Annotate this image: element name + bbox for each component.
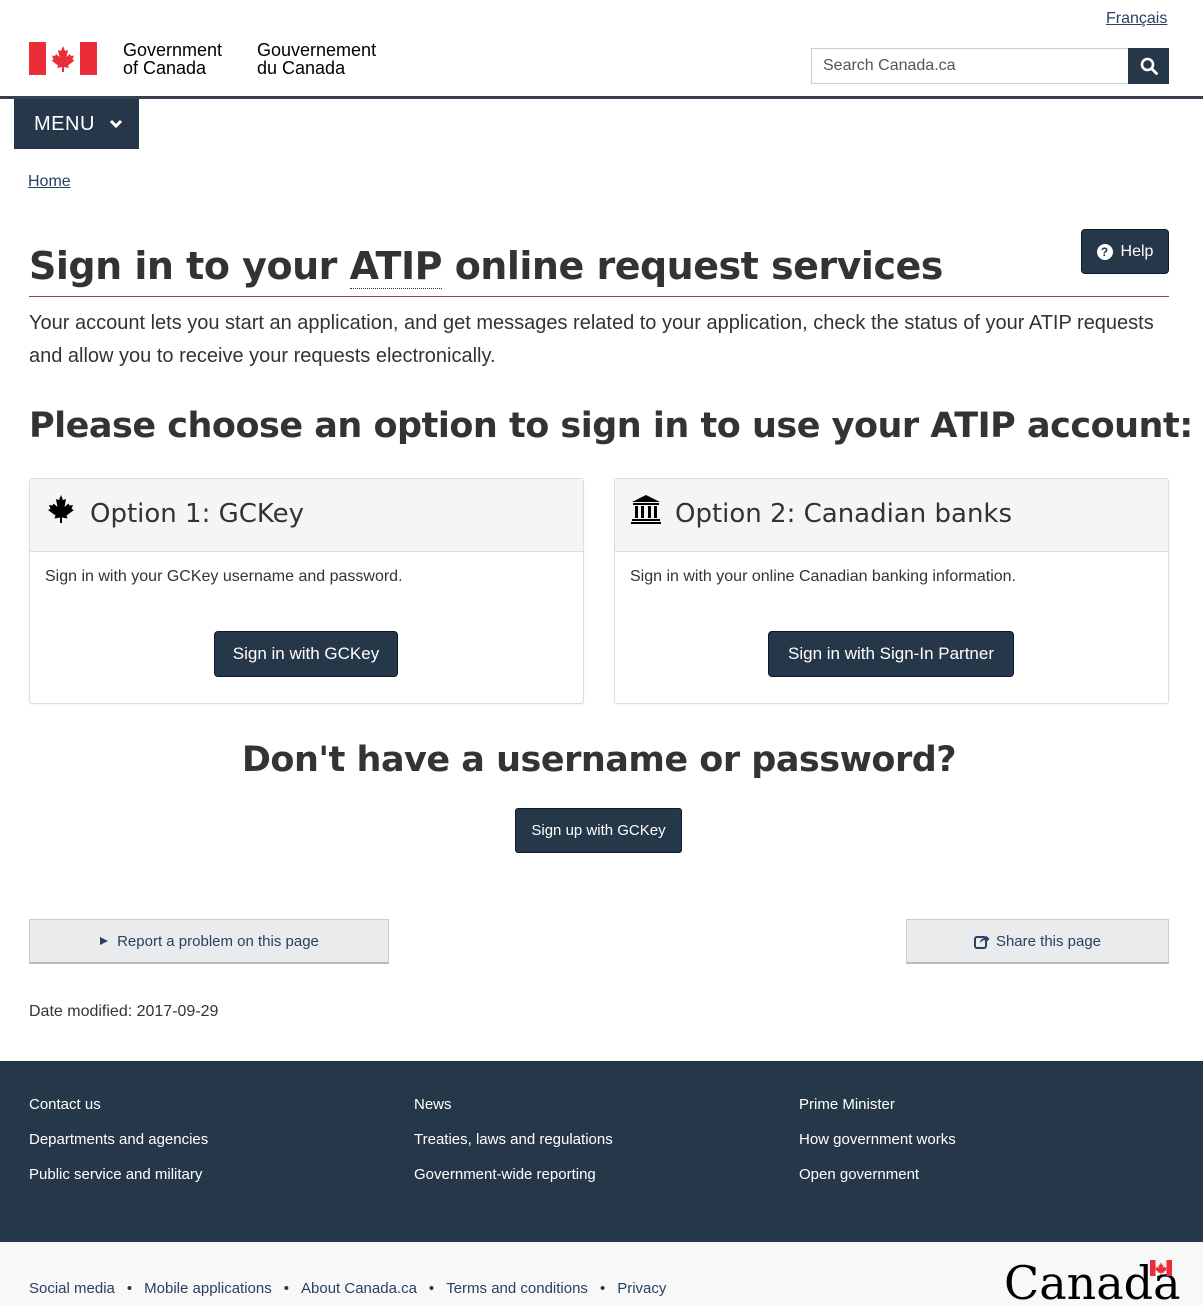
language-toggle-link[interactable]: Français (1106, 10, 1167, 28)
search-button[interactable] (1128, 48, 1169, 84)
report-problem-label: Report a problem on this page (117, 932, 319, 950)
footer-link-treaties[interactable]: Treaties, laws and regulations (414, 1131, 613, 1148)
gov-name-fr-line2: du Canada (257, 58, 346, 78)
footer-link-prime-minister[interactable]: Prime Minister (799, 1096, 895, 1113)
help-button[interactable]: ? Help (1081, 229, 1169, 274)
gov-name-en-line1: Government (123, 40, 223, 60)
footer-link-news[interactable]: News (414, 1096, 452, 1113)
footer-link-reporting[interactable]: Government-wide reporting (414, 1166, 596, 1183)
canada-flag-icon (29, 42, 97, 75)
caret-right-icon (100, 937, 109, 945)
footer-link-contact-us[interactable]: Contact us (29, 1096, 101, 1113)
page-title-suffix: online request services (441, 244, 944, 288)
sign-in-partner-button[interactable]: Sign in with Sign-In Partner (768, 631, 1014, 677)
page-title: Sign in to your ATIP online request serv… (29, 244, 944, 289)
question-icon: ? (1096, 243, 1113, 260)
footer-main: Contact us Departments and agencies Publ… (0, 1061, 1203, 1242)
panel-heading: Option 2: Canadian banks (615, 479, 1168, 552)
search-input[interactable]: Search Canada.ca (811, 48, 1129, 84)
footer-sub-links: Social media • Mobile applications • Abo… (29, 1280, 666, 1297)
search-icon (1140, 57, 1158, 75)
date-modified: Date modified: 2017-09-29 (29, 1003, 219, 1020)
panel-heading: Option 1: GCKey (30, 479, 583, 552)
bank-option-panel: Option 2: Canadian banks Sign in with yo… (614, 478, 1169, 704)
breadcrumb-home[interactable]: Home (28, 173, 71, 191)
title-rule (29, 296, 1169, 297)
footer-link-open-government[interactable]: Open government (799, 1166, 919, 1183)
gov-name-en: Government of Canada (123, 41, 222, 77)
intro-text: Your account lets you start an applicati… (29, 312, 1154, 367)
footer-link-social-media[interactable]: Social media (29, 1280, 115, 1297)
footer-link-about[interactable]: About Canada.ca (301, 1280, 417, 1297)
gckey-option-panel: Option 1: GCKey Sign in with your GCKey … (29, 478, 584, 704)
separator: • (599, 1280, 606, 1297)
help-label: Help (1120, 242, 1154, 260)
page-title-prefix: Sign in to your (29, 244, 350, 288)
bank-icon (631, 495, 661, 524)
footer-link-how-gov-works[interactable]: How government works (799, 1131, 956, 1148)
wordmark-flag-icon (1150, 1260, 1172, 1276)
report-problem-button[interactable]: Report a problem on this page (29, 919, 389, 964)
option-description: Sign in with your GCKey username and pas… (45, 568, 403, 585)
menu-button[interactable]: MENU (14, 99, 139, 149)
share-icon (973, 935, 990, 949)
gov-name-fr-line1: Gouvernement (257, 40, 377, 60)
option-title: Option 1: GCKey (90, 499, 305, 529)
footer-link-departments[interactable]: Departments and agencies (29, 1131, 208, 1148)
footer-link-terms[interactable]: Terms and conditions (446, 1280, 588, 1297)
separator: • (283, 1280, 289, 1297)
sign-in-gckey-button[interactable]: Sign in with GCKey (214, 631, 398, 677)
sign-up-gckey-button[interactable]: Sign up with GCKey (515, 808, 682, 853)
footer-link-privacy[interactable]: Privacy (617, 1280, 666, 1297)
header-rule (0, 96, 1203, 99)
chevron-down-icon (109, 119, 122, 129)
footer-link-mobile-apps[interactable]: Mobile applications (144, 1280, 272, 1297)
footer-link-public-service[interactable]: Public service and military (29, 1166, 202, 1183)
separator: • (126, 1280, 133, 1297)
option-description: Sign in with your online Canadian bankin… (630, 568, 1017, 585)
option-title: Option 2: Canadian banks (675, 499, 1013, 529)
share-page-button[interactable]: Share this page (906, 919, 1169, 964)
share-page-label: Share this page (995, 932, 1102, 950)
atip-abbreviation: ATIP (349, 244, 442, 289)
menu-label: MENU (34, 112, 95, 135)
footer-sub: Social media • Mobile applications • Abo… (0, 1242, 1203, 1305)
no-account-heading: Don't have a username or password? (241, 740, 957, 780)
gov-name-fr: Gouvernement du Canada (257, 41, 376, 77)
separator: • (428, 1280, 435, 1297)
maple-leaf-icon (48, 495, 74, 523)
choose-option-heading: Please choose an option to sign in to us… (29, 406, 1193, 446)
gov-name-en-line2: of Canada (123, 58, 207, 78)
